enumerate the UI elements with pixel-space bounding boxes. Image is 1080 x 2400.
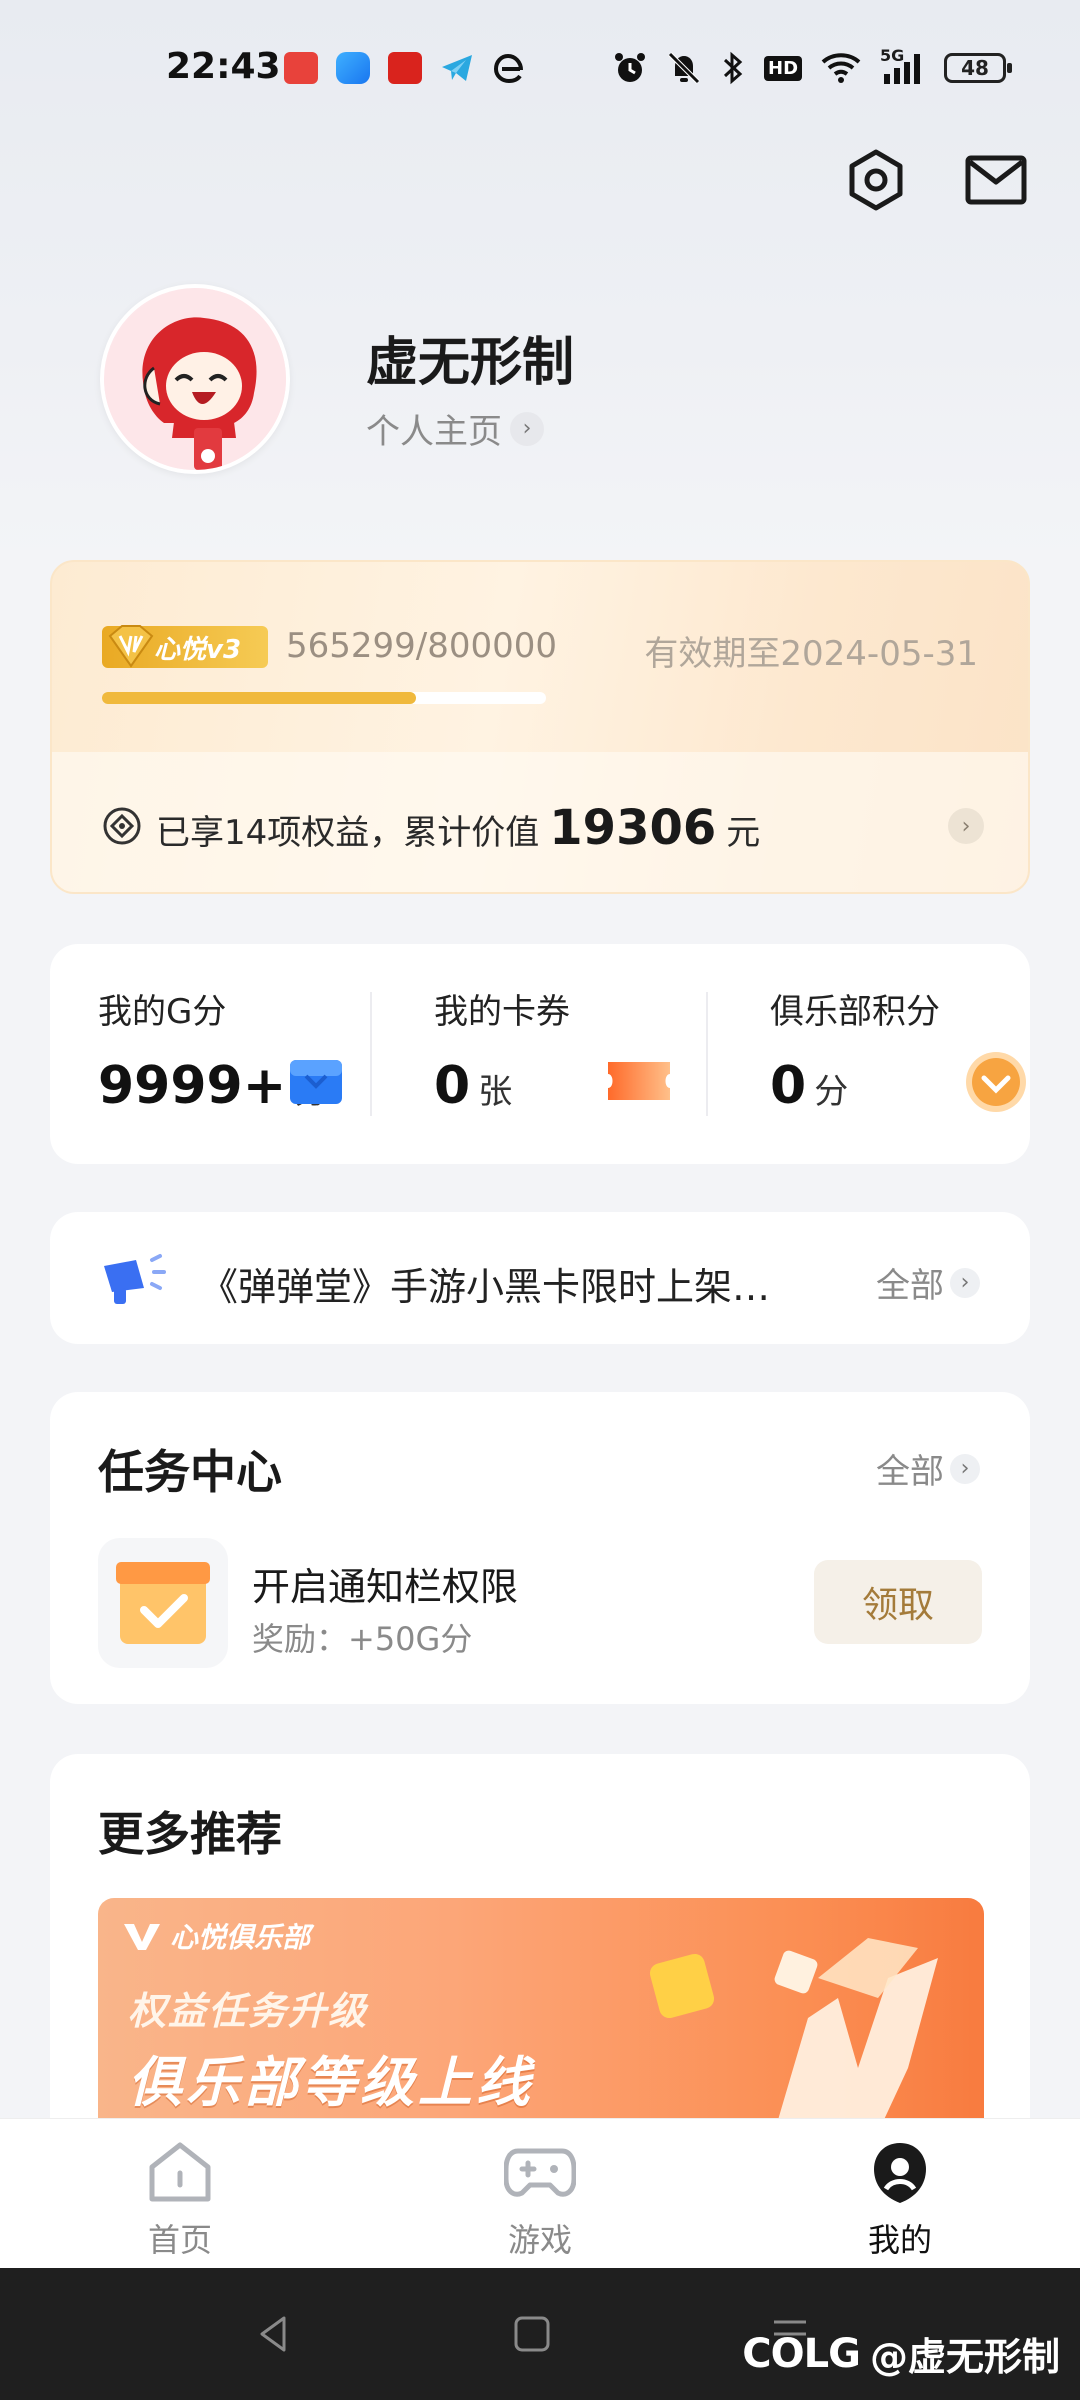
watermark: COLG @虚无形制 bbox=[742, 2326, 1060, 2381]
telegram-app-icon bbox=[442, 55, 472, 81]
network-type: 5G bbox=[880, 46, 905, 65]
chevron-right-icon: › bbox=[950, 1453, 980, 1484]
toutiao-app-icon bbox=[284, 52, 318, 84]
hd-icon: HD bbox=[764, 55, 803, 81]
status-bar: 22:43 HD 5G 48 bbox=[0, 0, 1080, 120]
banner-brand: 心悦俱乐部 bbox=[122, 1916, 310, 1956]
benefits-value: 19306 bbox=[549, 800, 717, 856]
claim-button[interactable]: 领取 bbox=[814, 1560, 982, 1644]
club-coin-icon bbox=[966, 1052, 1026, 1112]
profile-name: 虚无形制 bbox=[366, 333, 575, 393]
vip-progress-fill bbox=[102, 692, 416, 704]
vip-progress-bar bbox=[102, 692, 546, 704]
signal-icon: 5G bbox=[880, 46, 926, 86]
status-time: 22:43 bbox=[166, 46, 281, 87]
watermark-handle: @虚无形制 bbox=[869, 2335, 1060, 2379]
battery-icon: 48 bbox=[944, 53, 1013, 83]
nav-label: 我的 bbox=[867, 2221, 932, 2259]
chevron-right-icon: › bbox=[510, 411, 544, 446]
stat-club-points[interactable]: 俱乐部积分 0 分 bbox=[722, 944, 1048, 1164]
wifi-icon bbox=[821, 53, 861, 83]
personal-homepage-label: 个人主页 bbox=[366, 412, 502, 452]
stat-unit: 张 bbox=[478, 1072, 513, 1112]
avatar-character-icon bbox=[104, 288, 286, 470]
megaphone-icon bbox=[104, 1254, 166, 1304]
banner-brand-label: 心悦俱乐部 bbox=[170, 1921, 311, 1954]
status-indicators: HD 5G 48 bbox=[612, 46, 1013, 88]
bluetooth-icon bbox=[723, 51, 743, 85]
task-center-title: 任务中心 bbox=[98, 1445, 282, 1499]
more-recommend-card: 更多推荐 心悦俱乐部 权益任务升级 俱乐部等级上线 bbox=[50, 1754, 1030, 2154]
task-title: 开启通知栏权限 bbox=[252, 1565, 519, 1609]
system-navigation-bar: COLG @虚无形制 bbox=[0, 2268, 1080, 2400]
vip-progress-text: 565299/800000 bbox=[286, 626, 558, 666]
vip-expiry-date: 有效期至2024-05-31 bbox=[644, 634, 978, 674]
stat-number: 9999+ bbox=[98, 1056, 287, 1116]
banner-headline: 权益任务升级 bbox=[128, 1989, 369, 2033]
nav-games[interactable]: 游戏 bbox=[440, 2139, 640, 2263]
stat-g-points[interactable]: 我的G分 9999+ 分 bbox=[50, 944, 376, 1164]
task-checkbox-icon bbox=[116, 1562, 210, 1644]
bottom-navigation: 首页 游戏 我的 bbox=[0, 2118, 1080, 2268]
benefits-unit: 元 bbox=[726, 813, 761, 853]
home-icon bbox=[149, 2142, 211, 2202]
task-center-all-link[interactable]: 全部 › bbox=[876, 1444, 980, 1493]
more-recommend-title: 更多推荐 bbox=[98, 1807, 282, 1861]
personal-homepage-link[interactable]: 个人主页 › bbox=[366, 404, 544, 453]
task-center-card: 任务中心 全部 › 开启通知栏权限 奖励：+50G分 领取 bbox=[50, 1392, 1030, 1704]
vip-card-top: 心悦v3 565299/800000 有效期至2024-05-31 bbox=[52, 562, 1028, 752]
vip-diamond-icon bbox=[108, 625, 154, 668]
promo-banner[interactable]: 心悦俱乐部 权益任务升级 俱乐部等级上线 bbox=[98, 1898, 984, 2154]
divider bbox=[706, 992, 708, 1116]
blue-app-icon bbox=[336, 52, 370, 84]
banner-subheadline: 俱乐部等级上线 bbox=[128, 2051, 534, 2114]
benefits-summary: 已享14项权益，累计价值 19306 元 bbox=[156, 800, 760, 856]
benefits-prefix: 已享14项权益，累计价值 bbox=[156, 813, 540, 853]
nav-label: 游戏 bbox=[507, 2221, 572, 2259]
chevron-right-icon: › bbox=[948, 808, 984, 844]
nav-home[interactable]: 首页 bbox=[80, 2139, 280, 2263]
all-label: 全部 bbox=[876, 1266, 944, 1306]
all-label: 全部 bbox=[876, 1452, 944, 1492]
task-reward: 奖励：+50G分 bbox=[252, 1620, 473, 1658]
benefits-diamond-icon bbox=[103, 807, 141, 845]
coupon-icon bbox=[608, 1062, 670, 1100]
divider bbox=[370, 992, 372, 1116]
avatar[interactable] bbox=[100, 284, 290, 474]
edge-app-icon bbox=[493, 53, 523, 84]
announcement-bar[interactable]: 《弹弹堂》手游小黑卡限时上架… 全部 › bbox=[50, 1212, 1030, 1344]
watermark-logo: COLG bbox=[742, 2330, 861, 2377]
announcement-text: 《弹弹堂》手游小黑卡限时上架… bbox=[200, 1265, 771, 1309]
back-icon[interactable] bbox=[252, 2312, 296, 2356]
gamepad-icon bbox=[504, 2148, 576, 2197]
home-square-icon[interactable] bbox=[510, 2312, 554, 2356]
stat-number: 0 bbox=[434, 1056, 471, 1116]
mute-icon bbox=[668, 52, 700, 84]
vip-level-label: 心悦v3 bbox=[154, 634, 242, 665]
stat-coupons[interactable]: 我的卡券 0 张 bbox=[386, 944, 712, 1164]
chevron-right-icon: › bbox=[950, 1267, 980, 1298]
stat-label: 俱乐部积分 bbox=[770, 992, 940, 1032]
vip-membership-card[interactable]: 心悦v3 565299/800000 有效期至2024-05-31 已享14项权… bbox=[50, 560, 1030, 894]
stat-number: 0 bbox=[770, 1056, 807, 1116]
stat-unit: 分 bbox=[814, 1072, 849, 1112]
mail-icon[interactable] bbox=[964, 148, 1028, 212]
club-logo-icon bbox=[124, 1924, 160, 1950]
settings-icon[interactable] bbox=[844, 148, 908, 212]
gift-box-icon bbox=[290, 1060, 342, 1104]
nav-mine[interactable]: 我的 bbox=[800, 2139, 1000, 2263]
assets-card: 我的G分 9999+ 分 我的卡券 0 张 俱乐部积分 0 分 bbox=[50, 944, 1030, 1164]
stat-value: 0 张 bbox=[434, 1056, 512, 1116]
stat-value: 0 分 bbox=[770, 1056, 848, 1116]
xuexi-app-icon bbox=[388, 52, 422, 84]
vip-level-badge: 心悦v3 bbox=[102, 625, 268, 668]
stat-label: 我的卡券 bbox=[434, 992, 570, 1032]
nav-label: 首页 bbox=[147, 2221, 212, 2259]
alarm-icon bbox=[615, 53, 645, 82]
profile-icon bbox=[874, 2143, 926, 2203]
task-icon-container bbox=[98, 1538, 228, 1668]
stat-label: 我的G分 bbox=[98, 992, 227, 1032]
announcement-all-link[interactable]: 全部 › bbox=[876, 1258, 980, 1307]
